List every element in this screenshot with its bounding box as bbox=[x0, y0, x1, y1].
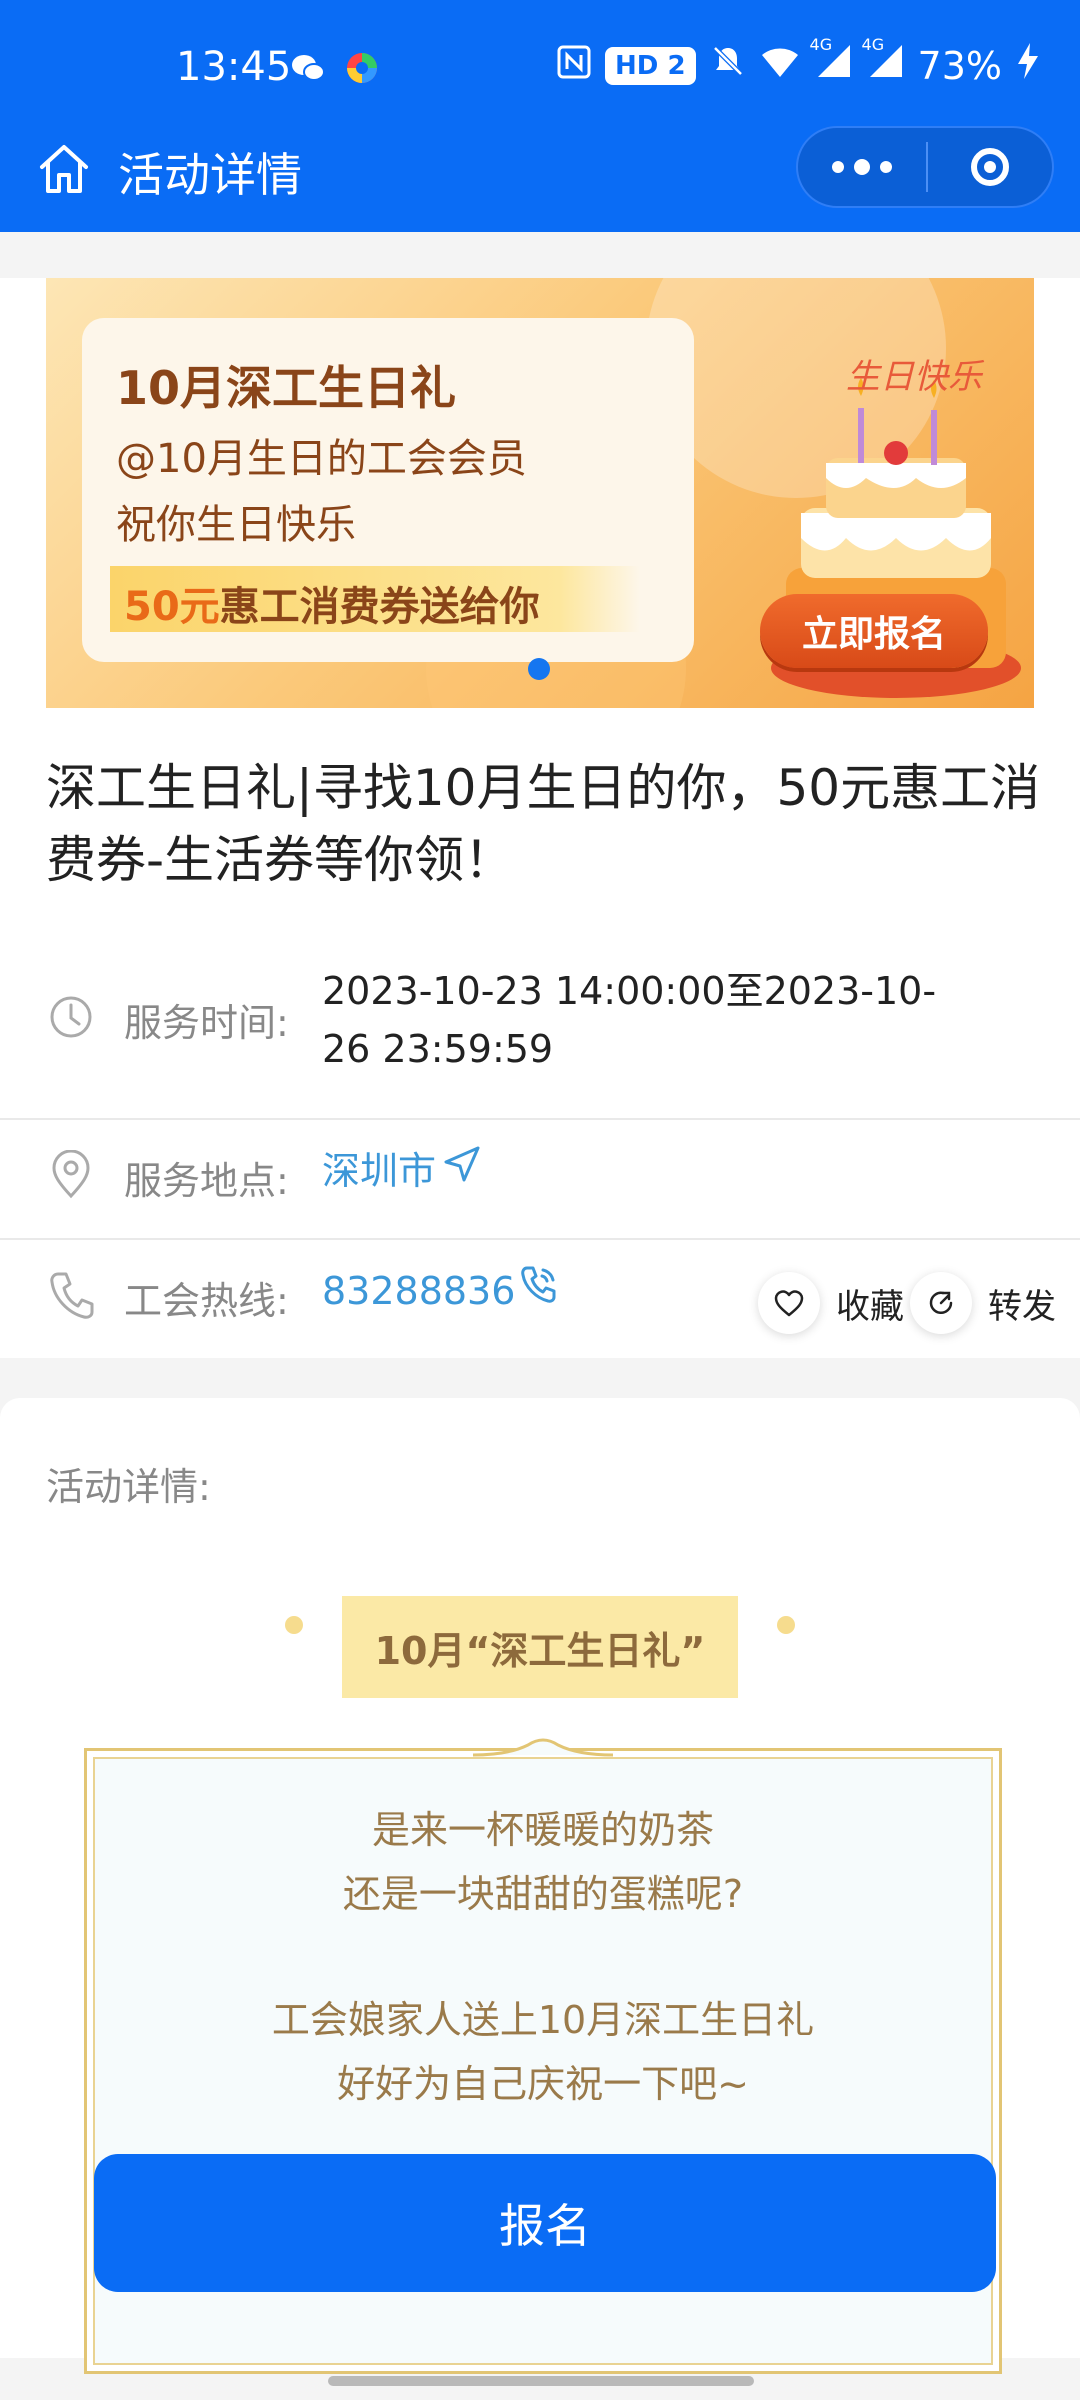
more-button[interactable] bbox=[798, 128, 926, 206]
network-label-1: 4G bbox=[809, 35, 833, 54]
share-button[interactable]: 转发 bbox=[910, 1272, 1056, 1334]
banner-carousel[interactable]: 10月深工生日礼 @10月生日的工会会员 祝你生日快乐 50元惠工消费券送给你 … bbox=[46, 278, 1034, 708]
share-label: 转发 bbox=[988, 1286, 1056, 1327]
target-icon bbox=[971, 148, 1009, 186]
location-link[interactable]: 深圳市 bbox=[322, 1142, 436, 1200]
favorite-button[interactable]: 收藏 bbox=[758, 1272, 904, 1334]
status-right: HD 2 4G 4G 73% bbox=[557, 35, 1040, 89]
details-line: 好好为自己庆祝一下吧~ bbox=[337, 2062, 749, 2106]
location-value-group[interactable]: 深圳市 bbox=[322, 1142, 482, 1200]
location-pin-icon bbox=[48, 1149, 94, 1199]
banner-headline: 10月深工生日礼 bbox=[116, 361, 457, 415]
hotline-row: 工会热线: 83288836 收藏 转发 bbox=[0, 1240, 1080, 1358]
nav-bar: 活动详情 bbox=[0, 126, 1080, 232]
status-bar: 13:45 HD 2 4G 4G 73% bbox=[0, 0, 1080, 135]
clock-icon bbox=[48, 994, 94, 1040]
page-title: 活动详情 bbox=[118, 148, 302, 202]
dot-icon bbox=[854, 159, 870, 175]
call-icon[interactable] bbox=[519, 1262, 559, 1320]
wechat-icon bbox=[290, 50, 326, 86]
details-line: 还是一块甜甜的蛋糕呢? bbox=[342, 1872, 744, 1916]
activity-info-card: 10月深工生日礼 @10月生日的工会会员 祝你生日快乐 50元惠工消费券送给你 … bbox=[0, 278, 1080, 1358]
decor-dot bbox=[777, 1616, 795, 1634]
service-time-label: 服务时间: bbox=[124, 1001, 289, 1045]
favorite-label: 收藏 bbox=[836, 1286, 904, 1327]
details-line: 工会娘家人送上10月深工生日礼 bbox=[271, 1998, 815, 2042]
decor-dot bbox=[285, 1616, 303, 1634]
dot-icon bbox=[880, 161, 892, 173]
signal-icon-2: 4G bbox=[862, 35, 904, 88]
phone-icon bbox=[48, 1270, 94, 1319]
banner-highlight-rest: 惠工消费券送给你 bbox=[219, 584, 540, 630]
nfc-icon bbox=[557, 44, 591, 88]
close-miniprogram-button[interactable] bbox=[928, 148, 1052, 186]
navigation-arrow-icon[interactable] bbox=[442, 1142, 482, 1200]
hd-badge: HD 2 bbox=[605, 46, 696, 85]
cake-text: 生日快乐 bbox=[846, 359, 985, 396]
carousel-indicator[interactable] bbox=[528, 658, 550, 680]
top-bar: 13:45 HD 2 4G 4G 73% 活动详情 bbox=[0, 0, 1080, 232]
location-label: 服务地点: bbox=[124, 1159, 289, 1203]
notification-icons bbox=[290, 50, 380, 86]
heart-icon bbox=[758, 1272, 820, 1334]
banner-highlight-accent: 50元 bbox=[124, 584, 220, 630]
mute-icon bbox=[710, 43, 746, 88]
location-row: 服务地点: 深圳市 bbox=[0, 1120, 1080, 1240]
banner-highlight-text: 50元惠工消费券送给你 bbox=[124, 574, 540, 632]
activity-title: 深工生日礼|寻找10月生日的你，50元惠工消费券-生活券等你领！ bbox=[46, 759, 1041, 889]
banner-highlight: 50元惠工消费券送给你 bbox=[110, 566, 640, 632]
colorful-app-icon bbox=[344, 50, 380, 86]
signup-button[interactable]: 报名 bbox=[94, 2154, 996, 2292]
charging-icon bbox=[1016, 42, 1040, 89]
hotline-value-group[interactable]: 83288836 bbox=[322, 1262, 559, 1320]
banner-text-box: 10月深工生日礼 @10月生日的工会会员 祝你生日快乐 50元惠工消费券送给你 bbox=[82, 318, 694, 662]
banner-signup-button[interactable]: 立即报名 bbox=[760, 594, 988, 668]
details-tag: 10月“深工生日礼” bbox=[342, 1596, 738, 1698]
dot-icon bbox=[832, 161, 844, 173]
battery-text: 73% bbox=[917, 43, 1002, 88]
details-label: 活动详情: bbox=[46, 1465, 211, 1509]
status-time: 13:45 bbox=[176, 44, 292, 90]
banner-line3: 祝你生日快乐 bbox=[116, 502, 356, 548]
hotline-number[interactable]: 83288836 bbox=[322, 1262, 515, 1320]
service-time-value: 2023-10-23 14:00:00至2023-10-26 23:59:59 bbox=[322, 969, 937, 1071]
frame-ornament bbox=[473, 1738, 613, 1757]
home-icon[interactable] bbox=[34, 139, 94, 199]
service-time-row: 服务时间: 2023-10-23 14:00:00至2023-10-26 23:… bbox=[0, 968, 1080, 1088]
share-icon bbox=[910, 1272, 972, 1334]
miniprogram-capsule bbox=[796, 126, 1054, 208]
wifi-icon bbox=[760, 44, 800, 88]
network-label-2: 4G bbox=[861, 35, 885, 54]
banner-line2: @10月生日的工会会员 bbox=[116, 436, 527, 482]
home-indicator[interactable] bbox=[328, 2376, 754, 2386]
details-line: 是来一杯暖暖的奶茶 bbox=[371, 1808, 714, 1852]
hotline-label: 工会热线: bbox=[124, 1279, 289, 1323]
signal-icon-1: 4G bbox=[810, 35, 852, 88]
